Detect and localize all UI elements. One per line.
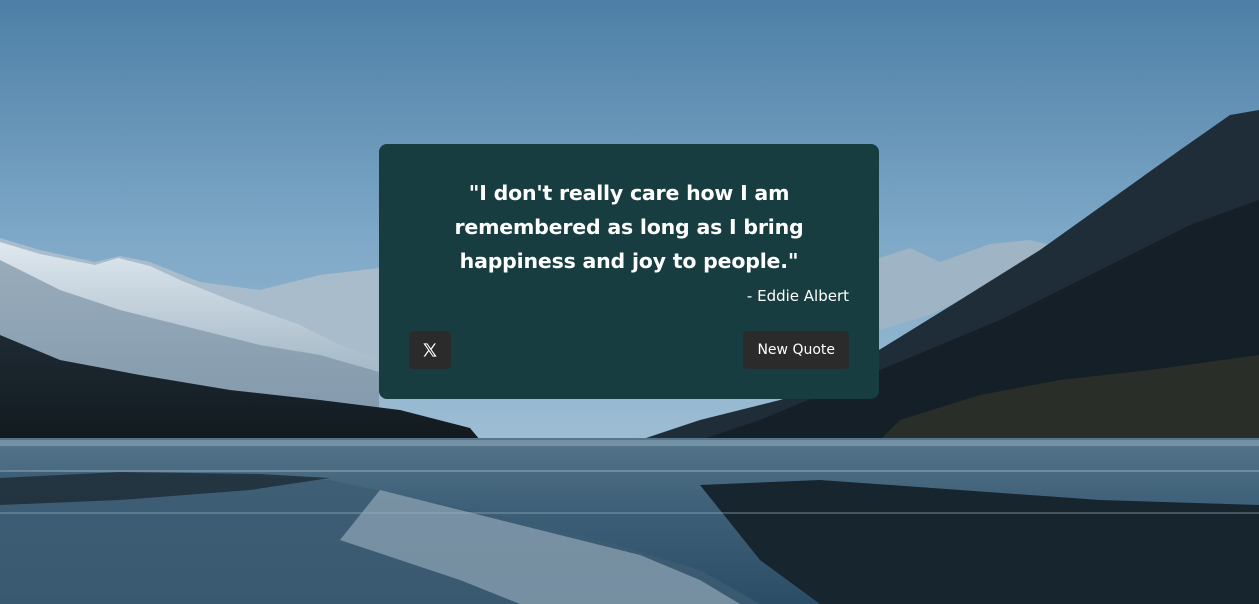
new-quote-button[interactable]: New Quote bbox=[743, 331, 849, 369]
quote-author: - Eddie Albert bbox=[746, 287, 849, 305]
quote-card: "I don't really care how I am remembered… bbox=[379, 144, 879, 399]
tweet-button[interactable] bbox=[409, 331, 451, 369]
quote-text: "I don't really care how I am remembered… bbox=[454, 181, 804, 273]
x-logo-icon bbox=[423, 343, 437, 357]
quote-actions: New Quote bbox=[409, 331, 849, 369]
